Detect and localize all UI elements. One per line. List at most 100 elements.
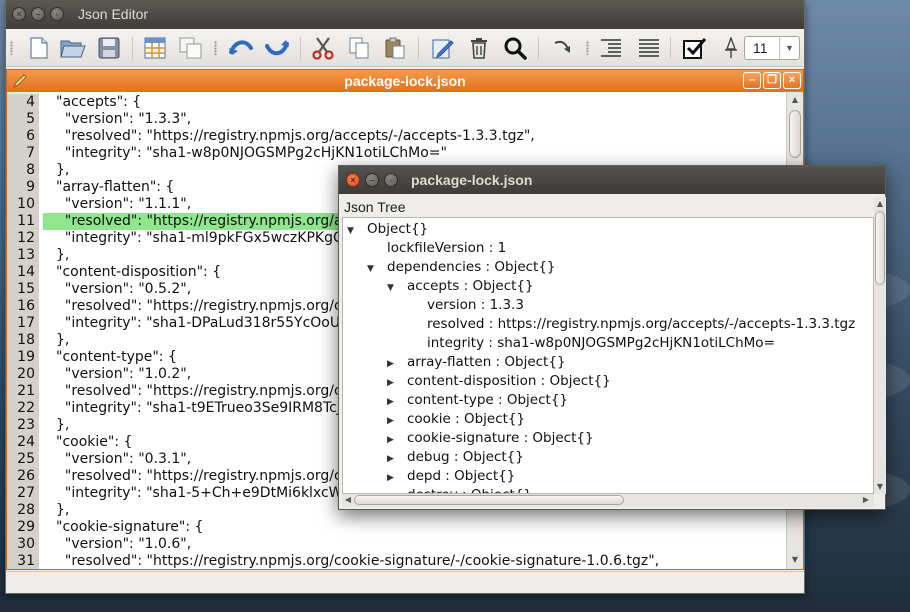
code-text[interactable]: "integrity": "sha1-DPaLud318r55YcOoUX [43,315,350,332]
scroll-down-icon[interactable]: ▼ [874,481,886,493]
tree-node[interactable]: ▼ Object{} [347,220,428,239]
tree-horizontal-scrollbar[interactable]: ◀ ▶ [342,494,874,507]
tree-node[interactable]: version : 1.3.3 [407,296,524,315]
search-icon[interactable] [502,35,528,61]
paste-icon[interactable] [382,35,408,61]
code-text[interactable]: "resolved": "https://registry.npmjs.org/… [43,213,349,230]
tree-node[interactable]: resolved : https://registry.npmjs.org/ac… [407,315,855,334]
tree-node[interactable]: ▶ content-type : Object{} [387,391,568,410]
code-text[interactable]: "cookie": { [43,434,132,451]
code-text[interactable]: }, [43,332,69,349]
grid-view-icon[interactable] [142,35,168,61]
main-window-titlebar[interactable]: × – ▫ Json Editor [6,0,804,29]
code-text[interactable]: "version": "0.3.1", [43,451,191,468]
toolbar-grip[interactable] [10,41,13,55]
delete-icon[interactable] [466,35,492,61]
copy-windows-icon[interactable] [178,35,204,61]
tree-node[interactable]: ▼ accepts : Object{} [387,277,534,296]
minimize-icon[interactable]: – [365,173,379,187]
code-line[interactable]: 29 "cookie-signature": { [7,519,785,536]
checkbox-icon[interactable] [682,35,708,61]
code-text[interactable]: "integrity": "sha1-ml9pkFGx5wczKPKgCJa [43,230,356,247]
code-line[interactable]: 6 "resolved": "https://registry.npmjs.or… [7,128,785,145]
expanded-triangle-icon[interactable]: ▼ [347,222,367,241]
chevron-down-icon[interactable]: ▼ [779,37,799,59]
scroll-up-icon[interactable]: ▲ [874,198,886,210]
tree-node[interactable]: ▶destroy : Object{} [387,486,532,493]
code-text[interactable]: "integrity": "sha1-t9ETrueo3Se9IRM8TcJS [43,400,350,417]
scroll-right-icon[interactable]: ▶ [860,494,872,506]
close-icon[interactable]: × [346,173,360,187]
code-text[interactable]: }, [43,502,69,519]
tree-node[interactable]: ▶ content-disposition : Object{} [387,372,611,391]
cut-icon[interactable] [310,35,336,61]
frame-restore-icon[interactable]: ❐ [763,72,781,89]
code-text[interactable]: "resolved": "https://registry.npmjs.org/… [43,383,350,400]
redo-icon[interactable] [264,35,290,61]
undo-icon[interactable] [228,35,254,61]
code-text[interactable]: "integrity": "sha1-5+Ch+e9DtMi6klxcWpb [43,485,360,502]
code-text[interactable]: "version": "0.5.2", [43,281,191,298]
indent-icon[interactable] [598,35,624,61]
tree-node[interactable]: ▶ cookie : Object{} [387,410,525,429]
edit-icon[interactable] [430,35,456,61]
code-line[interactable]: 30 "version": "1.0.6", [7,536,785,553]
code-text[interactable]: "resolved": "https://registry.npmjs.org/… [43,553,659,569]
code-text[interactable]: }, [43,247,69,264]
code-text[interactable]: "resolved": "https://registry.npmjs.org/… [43,298,350,315]
expanded-triangle-icon[interactable]: ▼ [387,279,407,298]
code-text[interactable]: "integrity": "sha1-w8p0NJOGSMPg2cHjKN1ot… [43,145,447,162]
tree-node[interactable]: ▼ dependencies : Object{} [367,258,556,277]
tree-node[interactable]: integrity : sha1-w8p0NJOGSMPg2cHjKN1otiL… [407,334,775,353]
code-text[interactable]: "version": "1.0.6", [43,536,191,553]
scroll-left-icon[interactable]: ◀ [342,494,354,506]
close-icon[interactable]: × [12,7,26,21]
scrollbar-thumb[interactable] [354,495,624,505]
toolbar-grip[interactable] [586,41,589,55]
scrollbar-thumb[interactable] [875,211,885,285]
code-text[interactable]: "content-type": { [43,349,177,366]
scrollbar-thumb[interactable] [789,110,801,158]
code-text[interactable]: "version": "1.1.1", [43,196,191,213]
open-folder-icon[interactable] [60,35,86,61]
tree-window-titlebar[interactable]: × – ▫ package-lock.json [339,166,885,194]
jump-icon[interactable] [550,35,576,61]
tree-node[interactable]: ▶ cookie-signature : Object{} [387,429,594,448]
maximize-icon[interactable]: ▫ [50,7,64,21]
code-text[interactable]: }, [43,417,69,434]
minimize-icon[interactable]: – [31,7,45,21]
editor-titlebar[interactable]: package-lock.json – ❐ × [7,70,803,92]
maximize-icon[interactable]: ▫ [384,173,398,187]
code-text[interactable]: "cookie-signature": { [43,519,203,536]
code-line[interactable]: 4 "accepts": { [7,94,785,111]
code-text[interactable]: "accepts": { [43,94,141,111]
font-size-select[interactable]: 11 ▼ [744,36,800,60]
new-file-icon[interactable] [26,35,52,61]
copy-icon[interactable] [346,35,372,61]
tree-node[interactable]: ▶ depd : Object{} [387,467,515,486]
tree-vertical-scrollbar[interactable]: ▲ ▼ [874,197,886,494]
json-tree[interactable]: ▼ Object{} lockfileVersion : 1 ▼ dependencie… [342,217,874,494]
code-line[interactable]: 5 "version": "1.3.3", [7,111,785,128]
code-text[interactable]: "resolved": "https://registry.npmjs.org/… [43,128,535,145]
tree-node[interactable]: lockfileVersion : 1 [367,239,506,258]
tree-node[interactable]: ▶ array-flatten : Object{} [387,353,566,372]
code-text[interactable]: }, [43,162,69,179]
code-text[interactable]: "resolved": "https://registry.npmjs.org/… [43,468,350,485]
frame-close-icon[interactable]: × [783,72,801,89]
expanded-triangle-icon[interactable]: ▼ [367,260,387,279]
save-icon[interactable] [96,35,122,61]
format-icon[interactable] [636,35,662,61]
code-line[interactable]: 31 "resolved": "https://registry.npmjs.o… [7,553,785,569]
code-text[interactable]: "version": "1.3.3", [43,111,191,128]
scroll-up-icon[interactable]: ▲ [789,94,801,106]
pin-icon[interactable] [718,35,744,61]
code-text[interactable]: "content-disposition": { [43,264,221,281]
code-text[interactable]: "version": "1.0.2", [43,366,191,383]
frame-minimize-icon[interactable]: – [743,72,761,89]
tree-node[interactable]: ▶ debug : Object{} [387,448,524,467]
scroll-down-icon[interactable]: ▼ [789,554,801,566]
code-text[interactable]: "array-flatten": { [43,179,174,196]
toolbar-grip[interactable] [214,41,217,55]
code-line[interactable]: 7 "integrity": "sha1-w8p0NJOGSMPg2cHjKN1… [7,145,785,162]
